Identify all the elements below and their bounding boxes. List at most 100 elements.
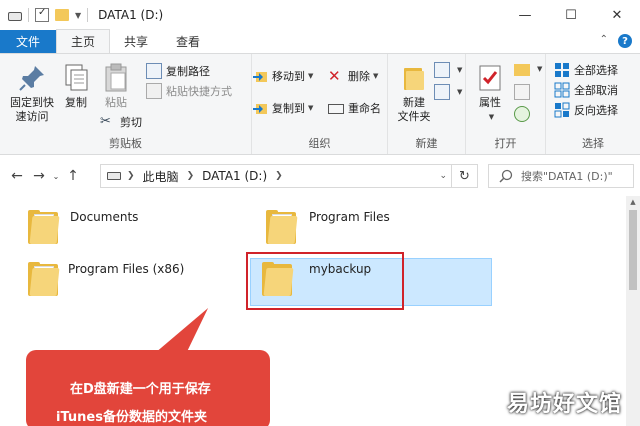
breadcrumb-drive[interactable]: DATA1 (D:) xyxy=(202,169,267,183)
paste-shortcut-icon xyxy=(146,83,162,99)
folder-item-documents[interactable]: Documents xyxy=(28,210,138,244)
paste-label: 粘贴 xyxy=(105,96,127,109)
new-item-icon xyxy=(434,62,450,78)
maximize-button[interactable]: ☐ xyxy=(548,0,594,30)
new-folder-button[interactable]: 新建 文件夹 xyxy=(392,62,436,124)
tab-file[interactable]: 文件 xyxy=(0,30,57,53)
tab-share[interactable]: 共享 xyxy=(110,30,162,53)
tab-view[interactable]: 查看 xyxy=(162,30,214,53)
history-icon xyxy=(514,106,530,122)
chevron-down-icon: ▼ xyxy=(308,104,314,112)
select-none-icon xyxy=(554,82,570,98)
callout-line-2: iTunes备份数据的文件夹 xyxy=(56,410,207,425)
rename-icon xyxy=(328,104,344,114)
refresh-icon[interactable]: ↻ xyxy=(451,165,477,187)
collapse-ribbon-icon[interactable]: ⌃ xyxy=(600,34,608,48)
new-folder-quick-icon[interactable] xyxy=(55,9,69,21)
separator xyxy=(87,8,89,22)
cut-button[interactable]: ✂ 剪切 xyxy=(100,114,142,130)
watermark-text: 易坊好文馆 xyxy=(506,392,622,417)
back-arrow-icon[interactable]: ← xyxy=(6,168,28,184)
invert-selection-button[interactable]: 反向选择 xyxy=(554,102,618,118)
rename-label: 重命名 xyxy=(348,102,381,115)
breadcrumb-separator-icon[interactable]: ❯ xyxy=(127,171,135,181)
new-item-button[interactable]: ▼ xyxy=(434,62,462,78)
select-none-button[interactable]: 全部取消 xyxy=(554,82,618,98)
folder-name: Program Files xyxy=(309,210,390,224)
rename-button[interactable]: 重命名 xyxy=(328,100,381,116)
breadcrumb-separator-icon[interactable]: ❯ xyxy=(187,171,195,181)
ribbon: 固定到快 速访问 复制 粘贴 复制路径 粘贴快捷方式 ✂ 剪切 剪贴板 移动到 … xyxy=(0,53,640,155)
callout-line-1: 在D盘新建一个用于保存 xyxy=(70,382,211,397)
copy-path-button[interactable]: 复制路径 xyxy=(146,63,210,79)
move-to-icon xyxy=(252,68,268,84)
folder-item-program-files[interactable]: Program Files xyxy=(266,210,390,244)
address-bar[interactable]: ❯ 此电脑 ❯ DATA1 (D:) ❯ ⌄ ↻ xyxy=(100,164,478,188)
scroll-up-icon[interactable]: ▲ xyxy=(626,196,640,208)
minimize-button[interactable]: — xyxy=(502,0,548,30)
copy-path-label: 复制路径 xyxy=(166,65,210,78)
search-box[interactable]: 搜索"DATA1 (D:)" xyxy=(488,164,634,188)
breadcrumb-this-pc[interactable]: 此电脑 xyxy=(143,168,179,185)
scissors-icon: ✂ xyxy=(100,114,111,129)
open-button[interactable]: ▼ xyxy=(514,62,542,76)
delete-label: 删除 xyxy=(348,70,370,83)
breadcrumb-separator-icon[interactable]: ❯ xyxy=(275,171,283,181)
paste-button[interactable]: 粘贴 xyxy=(98,62,134,110)
select-all-button[interactable]: 全部选择 xyxy=(554,62,618,78)
pin-label-1: 固定到快 xyxy=(10,96,54,109)
folder-icon xyxy=(266,210,298,244)
folder-item-program-files-x86[interactable]: Program Files (x86) xyxy=(28,262,184,296)
invert-selection-icon xyxy=(554,102,570,118)
move-to-label: 移动到 xyxy=(272,70,305,83)
copy-to-icon xyxy=(252,100,268,116)
copy-to-label: 复制到 xyxy=(272,102,305,115)
folder-name: Program Files (x86) xyxy=(68,262,185,276)
copy-button[interactable]: 复制 xyxy=(60,62,92,110)
easy-access-icon xyxy=(434,84,450,100)
quick-access-toolbar: ▼ xyxy=(0,7,89,22)
paste-icon xyxy=(105,63,127,92)
up-arrow-icon[interactable]: ↑ xyxy=(62,168,84,184)
recent-locations-icon[interactable]: ⌄ xyxy=(50,172,62,181)
scrollbar-thumb[interactable] xyxy=(629,210,637,290)
ribbon-right-controls: ⌃ ? xyxy=(600,34,632,48)
delete-icon: ✕ xyxy=(328,67,341,85)
address-dropdown-icon[interactable]: ⌄ xyxy=(439,171,447,181)
open-group: 属性 ▼ ▼ 打开 xyxy=(466,54,546,154)
new-folder-icon xyxy=(404,68,424,90)
clipboard-group-label: 剪贴板 xyxy=(109,137,142,150)
paste-shortcut-button[interactable]: 粘贴快捷方式 xyxy=(146,83,232,99)
forward-arrow-icon[interactable]: → xyxy=(28,168,50,184)
properties-icon xyxy=(479,65,501,91)
history-button[interactable] xyxy=(514,106,534,122)
tab-home[interactable]: 主页 xyxy=(56,29,111,53)
new-folder-label-1: 新建 xyxy=(403,96,425,109)
pin-quick-access-button[interactable]: 固定到快 速访问 xyxy=(6,62,58,124)
drive-icon xyxy=(8,11,22,21)
organize-group-label: 组织 xyxy=(308,137,331,150)
select-group-label: 选择 xyxy=(582,137,604,150)
edit-icon xyxy=(514,84,530,100)
folder-icon xyxy=(28,262,60,296)
edit-button[interactable] xyxy=(514,84,534,100)
folder-name: Documents xyxy=(70,210,139,224)
delete-button[interactable]: ✕ 删除 ▼ xyxy=(328,68,378,84)
easy-access-button[interactable]: ▼ xyxy=(434,84,462,100)
file-list: Documents Program Files Program Files (x… xyxy=(0,196,640,426)
organize-group: 移动到 ▼ ✕ 删除 ▼ 复制到 ▼ 重命名 组织 xyxy=(252,54,388,154)
vertical-scrollbar[interactable]: ▲ xyxy=(626,196,640,426)
chevron-down-icon[interactable]: ▼ xyxy=(75,11,81,20)
cut-label: 剪切 xyxy=(120,116,142,129)
select-none-label: 全部取消 xyxy=(574,84,618,97)
copy-to-button[interactable]: 复制到 ▼ xyxy=(252,100,313,116)
help-icon[interactable]: ? xyxy=(618,34,632,48)
move-to-button[interactable]: 移动到 ▼ xyxy=(252,68,313,84)
properties-button[interactable]: 属性 ▼ xyxy=(472,62,508,124)
separator xyxy=(28,8,29,22)
select-all-icon xyxy=(554,62,570,78)
chevron-down-icon: ▼ xyxy=(457,88,463,96)
annotation-callout: 在D盘新建一个用于保存 iTunes备份数据的文件夹 xyxy=(26,350,270,426)
properties-quick-icon[interactable] xyxy=(35,7,49,22)
close-button[interactable]: ✕ xyxy=(594,0,640,30)
